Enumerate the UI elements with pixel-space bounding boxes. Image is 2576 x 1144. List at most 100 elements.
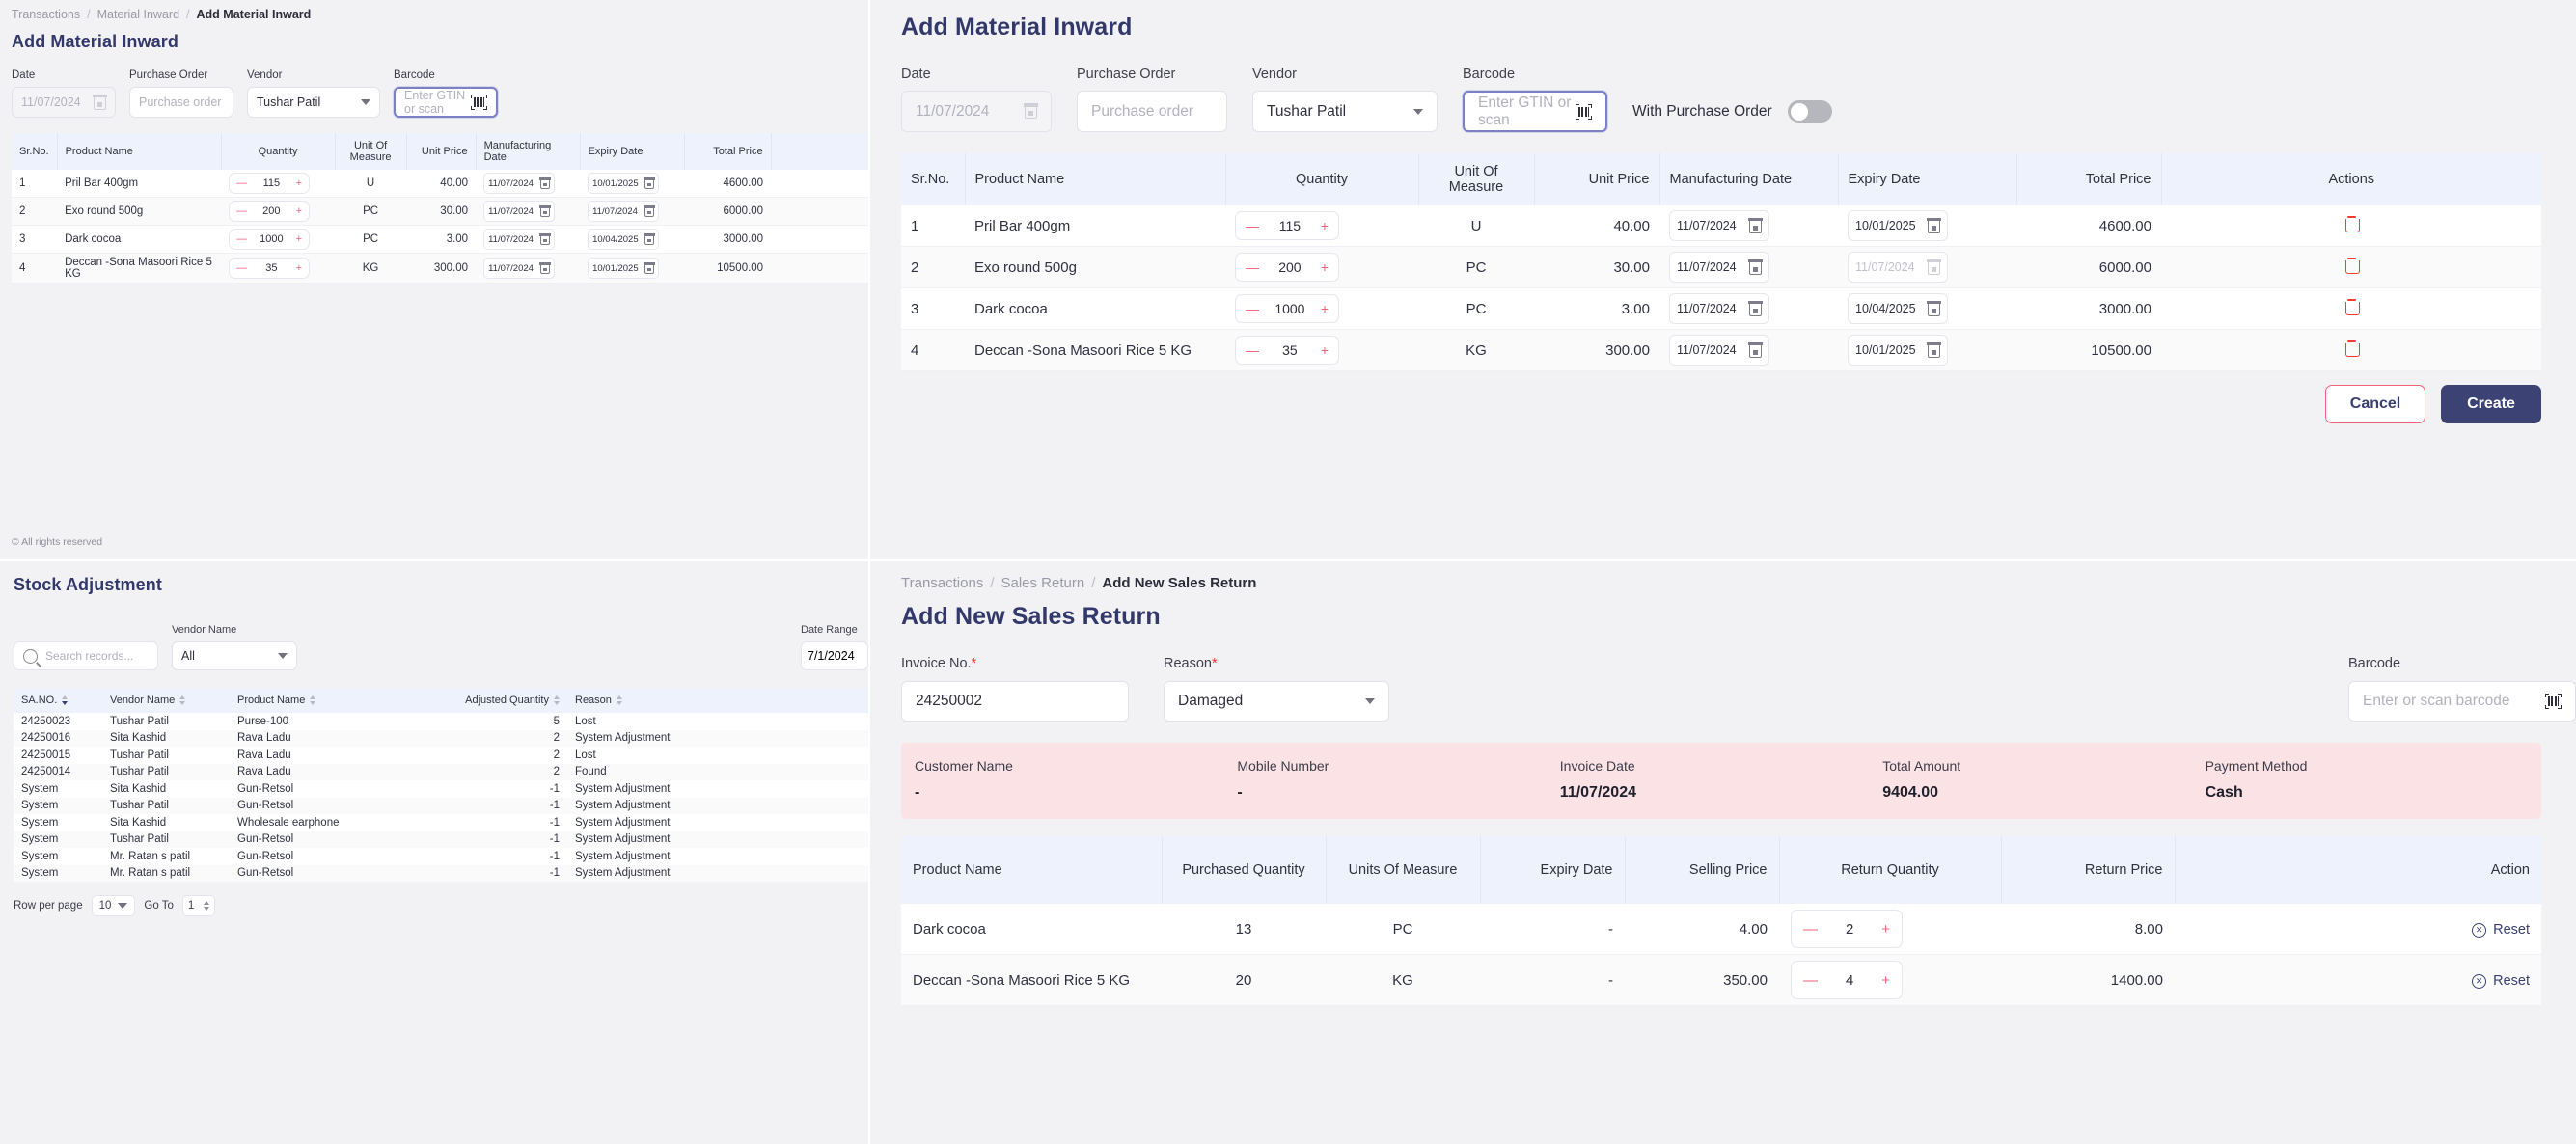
delete-icon[interactable] [2344,258,2360,274]
invoice-no-input[interactable]: 24250002 [901,681,1129,722]
decrement-button[interactable]: — [236,177,247,189]
return-quantity-value[interactable]: 4 [1818,972,1881,989]
breadcrumb-item-transactions[interactable]: Transactions [12,8,80,21]
calendar-icon[interactable] [644,204,655,217]
quantity-value[interactable]: 1000 [247,233,296,245]
sort-icon[interactable] [554,695,560,706]
goto-page-input[interactable]: 1 [181,895,215,916]
mfg-date-input[interactable]: 11/07/2024 [1669,335,1769,366]
quantity-value[interactable]: 35 [1259,342,1321,358]
cancel-button[interactable]: Cancel [2325,385,2425,423]
delete-icon[interactable] [2344,299,2360,315]
vendor-name-select[interactable]: All [172,641,297,670]
spinner-icon[interactable] [203,901,209,911]
mfg-date-input[interactable]: 11/07/2024 [483,258,556,279]
decrement-button[interactable]: — [1246,219,1259,232]
return-quantity-stepper[interactable]: —4 + [1791,961,1903,999]
calendar-icon[interactable] [644,261,655,274]
calendar-icon[interactable] [1927,341,1941,358]
quantity-value[interactable]: 35 [247,262,296,274]
reset-button[interactable]: ✕ Reset [2472,922,2530,938]
barcode-input[interactable]: Enter GTIN or scan [1463,91,1607,132]
barcode-input[interactable]: Enter or scan barcode [2348,681,2576,722]
quantity-stepper[interactable]: —1000 + [1235,294,1339,323]
quantity-value[interactable]: 1000 [1259,301,1321,316]
calendar-icon[interactable] [1024,103,1038,119]
decrement-button[interactable]: — [1246,343,1259,357]
return-quantity-value[interactable]: 2 [1818,921,1881,938]
quantity-value[interactable]: 115 [1259,218,1321,233]
barcode-input[interactable]: Enter GTIN or scan [394,87,498,118]
decrement-button[interactable]: — [236,233,247,245]
date-input[interactable]: 11/07/2024 [901,91,1052,132]
delete-icon[interactable] [2344,340,2360,357]
with-purchase-order-toggle[interactable] [1787,100,1832,123]
increment-button[interactable]: + [1881,922,1890,937]
breadcrumb-item-transactions[interactable]: Transactions [901,575,983,591]
quantity-stepper[interactable]: —115 + [1235,211,1339,240]
quantity-stepper[interactable]: —200 + [1235,253,1339,282]
quantity-stepper[interactable]: —1000 + [229,229,311,250]
col-adjusted-quantity[interactable]: Adjusted Quantity [423,688,567,713]
purchase-order-input[interactable]: Purchase order [129,87,233,118]
decrement-button[interactable]: — [236,262,247,274]
quantity-value[interactable]: 200 [1259,259,1321,275]
quantity-stepper[interactable]: —35 + [1235,336,1339,365]
increment-button[interactable]: + [296,262,302,274]
barcode-scan-icon[interactable] [1576,103,1592,120]
calendar-icon[interactable] [1748,259,1763,275]
breadcrumb-item-sales-return[interactable]: Sales Return [1000,575,1084,591]
expiry-date-input[interactable]: 10/01/2025 [588,173,660,194]
increment-button[interactable]: + [296,205,302,217]
expiry-date-input[interactable]: 10/04/2025 [588,229,660,250]
delete-icon[interactable] [2344,216,2360,232]
calendar-icon[interactable] [539,261,551,274]
calendar-icon[interactable] [539,177,551,189]
quantity-stepper[interactable]: —200 + [229,201,311,222]
expiry-date-input[interactable]: 11/07/2024 [588,201,660,222]
mfg-date-input[interactable]: 11/07/2024 [1669,252,1769,283]
sort-icon[interactable] [616,695,622,706]
sort-icon[interactable] [310,695,316,706]
expiry-date-input[interactable]: 10/01/2025 [1848,210,1948,241]
col-sa-no[interactable]: SA.NO. [14,688,102,713]
mfg-date-input[interactable]: 11/07/2024 [1669,293,1769,324]
quantity-value[interactable]: 115 [247,177,296,189]
quantity-value[interactable]: 200 [247,205,296,217]
calendar-icon[interactable] [1748,300,1763,316]
vendor-select[interactable]: Tushar Patil [1252,91,1438,132]
decrement-button[interactable]: — [236,205,247,217]
calendar-icon[interactable] [539,204,551,217]
calendar-icon[interactable] [1927,259,1941,275]
breadcrumb-item-material-inward[interactable]: Material Inward [97,8,179,21]
search-input[interactable]: Search records... [14,641,158,670]
expiry-date-input[interactable]: 10/01/2025 [1848,335,1948,366]
increment-button[interactable]: + [1321,219,1329,232]
calendar-icon[interactable] [1927,300,1941,316]
increment-button[interactable]: + [1321,343,1329,357]
purchase-order-input[interactable]: Purchase order [1077,91,1227,132]
calendar-icon[interactable] [1748,217,1763,233]
col-product-name[interactable]: Product Name [230,688,423,713]
expiry-date-input[interactable]: 11/07/2024 [1848,252,1948,283]
sort-icon[interactable] [62,695,69,706]
decrement-button[interactable]: — [1246,302,1259,315]
create-button[interactable]: Create [2441,385,2541,423]
return-quantity-stepper[interactable]: —2 + [1791,910,1903,948]
date-input[interactable]: 11/07/2024 [12,87,116,118]
reset-button[interactable]: ✕ Reset [2472,973,2530,989]
col-vendor-name[interactable]: Vendor Name [102,688,230,713]
increment-button[interactable]: + [296,233,302,245]
quantity-stepper[interactable]: —115 + [229,173,311,194]
col-reason[interactable]: Reason [567,688,868,713]
mfg-date-input[interactable]: 11/07/2024 [483,173,556,194]
mfg-date-input[interactable]: 11/07/2024 [483,201,556,222]
barcode-scan-icon[interactable] [471,95,487,110]
calendar-icon[interactable] [644,177,655,189]
expiry-date-input[interactable]: 10/04/2025 [1848,293,1948,324]
reason-select[interactable]: Damaged [1164,681,1389,722]
vendor-select[interactable]: Tushar Patil [247,87,380,118]
increment-button[interactable]: + [296,177,302,189]
barcode-scan-icon[interactable] [2545,694,2562,709]
calendar-icon[interactable] [93,94,107,110]
